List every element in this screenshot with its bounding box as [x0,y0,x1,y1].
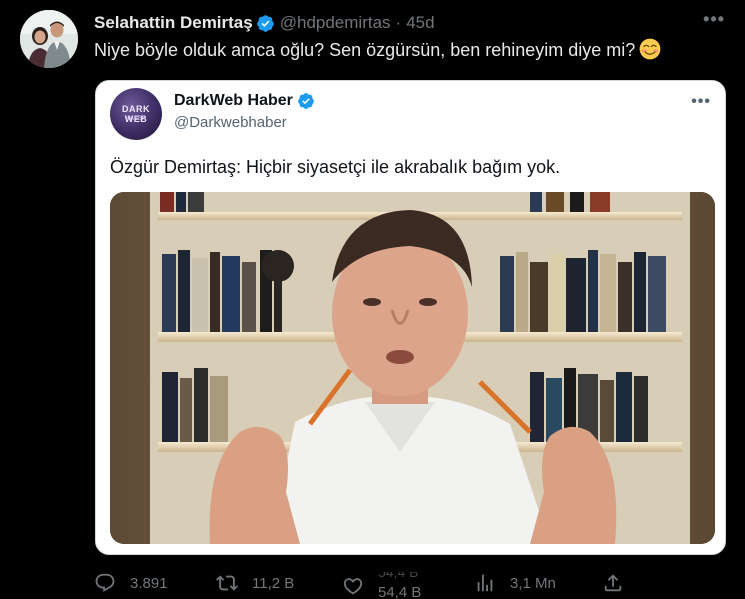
views-chart-icon [477,574,493,592]
like-count-previous: 54,4 B [378,572,419,580]
reply-count: 3.891 [130,574,168,592]
video-still-icon [110,192,715,544]
smiling-face-emoji-icon [639,38,661,60]
more-options-icon[interactable]: ••• [703,9,725,30]
author-handle[interactable]: @hdpdemirtas [280,13,391,33]
quoted-media-video[interactable] [110,192,715,544]
quoted-author-avatar[interactable]: DARK WEB HABER [110,88,162,140]
verified-badge-icon [256,14,274,32]
heart-icon [343,578,363,595]
views-button[interactable]: 3,1 Mn [474,572,556,594]
like-count: 54,4 B [378,584,422,599]
tweet-header: Selahattin Demirtaş @hdpdemirtas · 45d •… [94,9,725,35]
quoted-handle[interactable]: @Darkwebhaber [174,114,287,131]
retweet-button[interactable]: 11,2 B [216,572,294,594]
like-button[interactable]: 54,4 B 54,4 B [342,572,430,599]
tweet-text-content: Niye böyle olduk amca oğlu? Sen özgürsün… [94,40,636,60]
tweet-text: Niye böyle olduk amca oğlu? Sen özgürsün… [94,38,661,62]
reply-icon [95,573,115,592]
quoted-tweet-text: Özgür Demirtaş: Hiçbir siyasetçi ile akr… [110,157,561,177]
like-count-animated: 54,4 B 54,4 B [378,572,430,599]
couple-photo-icon [20,10,78,68]
author-display-name[interactable]: Selahattin Demirtaş [94,13,253,33]
quoted-more-options-icon[interactable]: ••• [691,93,711,111]
retweet-icon [216,575,238,591]
tweet[interactable]: Selahattin Demirtaş @hdpdemirtas · 45d •… [0,0,745,599]
quoted-display-name[interactable]: DarkWeb Haber [174,92,293,110]
verified-badge-icon [297,93,314,109]
share-button[interactable] [602,572,638,594]
quoted-tweet-card[interactable]: DARK WEB HABER DarkWeb Haber @Darkwebhab… [95,80,726,555]
share-icon [604,574,622,592]
retweet-count: 11,2 B [252,574,295,592]
separator-dot: · [395,13,402,32]
quoted-avatar-logo-subtext: HABER [125,116,147,122]
author-avatar[interactable] [20,10,78,68]
quoted-name-row: DarkWeb Haber [174,92,320,110]
tweet-actions-bar: 3.891 11,2 B 54,4 B 54,4 B 3,1 Mn [94,566,654,599]
tweet-timestamp[interactable]: 45d [406,13,434,33]
reply-button[interactable]: 3.891 [94,572,168,594]
views-count: 3,1 Mn [510,574,556,592]
